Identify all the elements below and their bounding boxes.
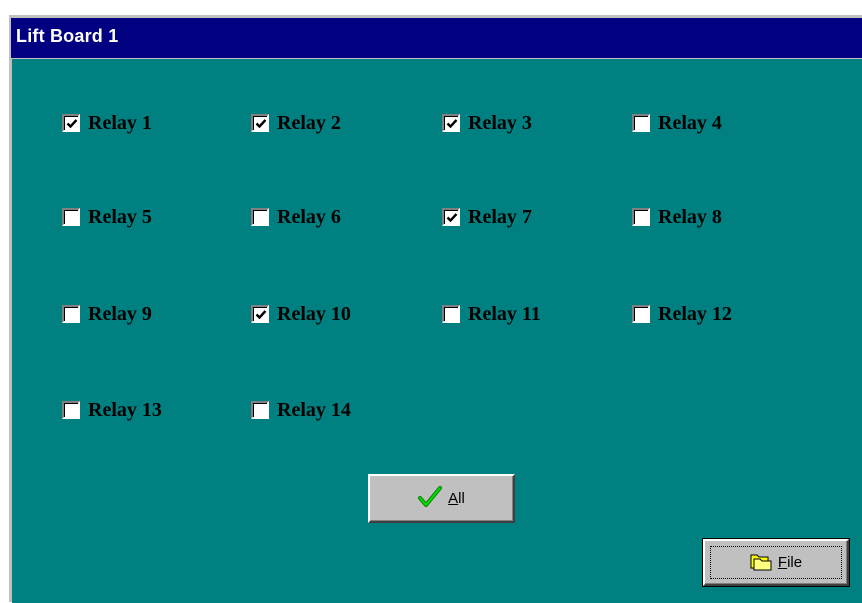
relay-11-checkbox[interactable]: Relay 11 bbox=[442, 301, 541, 327]
checkbox-box[interactable] bbox=[251, 401, 269, 419]
checkbox-box[interactable] bbox=[632, 305, 650, 323]
checkbox-box[interactable] bbox=[442, 114, 460, 132]
relay-13-checkbox[interactable]: Relay 13 bbox=[62, 397, 162, 423]
green-checkmark-icon bbox=[418, 485, 443, 512]
relay-label: Relay 9 bbox=[88, 302, 152, 325]
relay-label: Relay 7 bbox=[468, 205, 532, 228]
relay-label: Relay 6 bbox=[277, 205, 341, 228]
relay-6-checkbox[interactable]: Relay 6 bbox=[251, 204, 341, 230]
relay-7-checkbox[interactable]: Relay 7 bbox=[442, 204, 532, 230]
checkmark-icon bbox=[446, 213, 458, 223]
relay-12-checkbox[interactable]: Relay 12 bbox=[632, 301, 732, 327]
checkmark-icon bbox=[255, 119, 267, 129]
relay-2-checkbox[interactable]: Relay 2 bbox=[251, 110, 341, 136]
checkbox-box[interactable] bbox=[62, 114, 80, 132]
relay-label: Relay 11 bbox=[468, 302, 541, 325]
relay-9-checkbox[interactable]: Relay 9 bbox=[62, 301, 152, 327]
relay-1-checkbox[interactable]: Relay 1 bbox=[62, 110, 152, 136]
focus-rectangle bbox=[710, 546, 842, 579]
relay-4-checkbox[interactable]: Relay 4 bbox=[632, 110, 722, 136]
checkbox-box[interactable] bbox=[442, 208, 460, 226]
checkmark-icon bbox=[446, 119, 458, 129]
select-all-label: All bbox=[448, 490, 465, 507]
checkbox-box[interactable] bbox=[251, 114, 269, 132]
select-all-button[interactable]: All bbox=[368, 474, 515, 523]
relay-10-checkbox[interactable]: Relay 10 bbox=[251, 301, 351, 327]
checkmark-icon bbox=[255, 310, 267, 320]
relay-label: Relay 8 bbox=[658, 205, 722, 228]
checkbox-box[interactable] bbox=[251, 208, 269, 226]
relay-3-checkbox[interactable]: Relay 3 bbox=[442, 110, 532, 136]
file-button[interactable]: File bbox=[702, 538, 850, 587]
relay-label: Relay 10 bbox=[277, 302, 351, 325]
relay-label: Relay 2 bbox=[277, 111, 341, 134]
checkbox-box[interactable] bbox=[62, 208, 80, 226]
checkbox-box[interactable] bbox=[251, 305, 269, 323]
checkbox-box[interactable] bbox=[632, 114, 650, 132]
relay-panel: Relay 1 Relay 2 Relay 3 Relay 4 Relay 5 … bbox=[12, 58, 862, 603]
relay-5-checkbox[interactable]: Relay 5 bbox=[62, 204, 152, 230]
relay-label: Relay 1 bbox=[88, 111, 152, 134]
relay-14-checkbox[interactable]: Relay 14 bbox=[251, 397, 351, 423]
checkbox-box[interactable] bbox=[442, 305, 460, 323]
checkmark-icon bbox=[66, 119, 78, 129]
relay-label: Relay 13 bbox=[88, 398, 162, 421]
relay-label: Relay 4 bbox=[658, 111, 722, 134]
checkbox-box[interactable] bbox=[62, 401, 80, 419]
checkbox-box[interactable] bbox=[62, 305, 80, 323]
relay-label: Relay 12 bbox=[658, 302, 732, 325]
relay-label: Relay 5 bbox=[88, 205, 152, 228]
relay-label: Relay 14 bbox=[277, 398, 351, 421]
window-title: Lift Board 1 bbox=[16, 26, 119, 46]
checkbox-box[interactable] bbox=[632, 208, 650, 226]
relay-label: Relay 3 bbox=[468, 111, 532, 134]
relay-8-checkbox[interactable]: Relay 8 bbox=[632, 204, 722, 230]
title-bar: Lift Board 1 bbox=[11, 18, 862, 58]
